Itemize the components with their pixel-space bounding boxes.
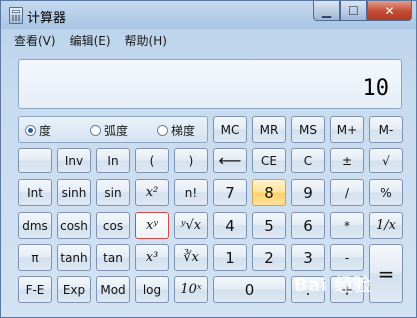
digit-2-button[interactable]: 2 <box>252 244 286 271</box>
int-button[interactable]: Int <box>18 179 52 206</box>
cube-button[interactable]: x³ <box>135 244 169 271</box>
cosh-button[interactable]: cosh <box>57 212 91 239</box>
digit-8-button[interactable]: 8 <box>252 179 286 206</box>
radio-gradians[interactable]: 梯度 <box>157 122 195 139</box>
digit-6-button[interactable]: 6 <box>291 212 325 239</box>
mr-button[interactable]: MR <box>252 116 286 143</box>
ten-power-button[interactable]: 10ˣ <box>174 276 208 303</box>
close-icon: ✕ <box>384 3 395 18</box>
digit-9-button[interactable]: 9 <box>291 179 325 206</box>
mc-button[interactable]: MC <box>213 116 247 143</box>
reciprocal-button[interactable]: 1/x <box>369 212 403 239</box>
negate-button[interactable]: ± <box>330 148 364 173</box>
fe-button[interactable]: F-E <box>18 276 52 303</box>
digit-4-button[interactable]: 4 <box>213 212 247 239</box>
power-button[interactable]: xʸ <box>135 212 169 239</box>
sqrt-button[interactable]: √ <box>369 148 403 173</box>
digit-3-button[interactable]: 3 <box>291 244 325 271</box>
pi-button[interactable]: π <box>18 244 52 271</box>
add-button[interactable]: + <box>330 276 364 303</box>
dms-button[interactable]: dms <box>18 212 52 239</box>
radio-gradians-label: 梯度 <box>171 124 196 138</box>
cos-button[interactable]: cos <box>96 212 130 239</box>
divide-button[interactable]: / <box>330 179 364 206</box>
digit-7-button[interactable]: 7 <box>213 179 247 206</box>
angle-unit-group: 度 弧度 梯度 <box>18 116 208 143</box>
radio-dot-icon <box>25 125 36 136</box>
maximize-icon: ☐ <box>348 3 359 18</box>
result-display: 10 <box>18 59 402 109</box>
menu-view[interactable]: 查看(V) <box>7 32 63 50</box>
blank-button[interactable] <box>18 148 52 173</box>
inv-button[interactable]: Inv <box>57 148 91 173</box>
right-paren-button[interactable]: ) <box>174 148 208 173</box>
ms-button[interactable]: MS <box>291 116 325 143</box>
calculator-window: 计算器 ▁ ☐ ✕ 查看(V) 编辑(E) 帮助(H) 10 度 弧度 梯度 M… <box>0 0 417 318</box>
percent-button[interactable]: % <box>369 179 403 206</box>
digit-0-button[interactable]: 0 <box>213 276 286 303</box>
multiply-button[interactable]: * <box>330 212 364 239</box>
close-button[interactable]: ✕ <box>367 1 412 21</box>
ln-button[interactable]: In <box>96 148 130 173</box>
backspace-button[interactable]: ⟵ <box>213 148 247 173</box>
minimize-icon: ▁ <box>321 3 332 18</box>
digit-5-button[interactable]: 5 <box>252 212 286 239</box>
title-bar: 计算器 ▁ ☐ ✕ <box>1 1 416 29</box>
radio-degrees[interactable]: 度 <box>25 122 51 139</box>
radio-radians-label: 弧度 <box>104 124 129 138</box>
menu-help[interactable]: 帮助(H) <box>118 32 174 50</box>
tan-button[interactable]: tan <box>96 244 130 271</box>
subtract-button[interactable]: - <box>330 244 364 271</box>
left-paren-button[interactable]: ( <box>135 148 169 173</box>
decimal-button[interactable]: . <box>291 276 325 303</box>
factorial-button[interactable]: n! <box>174 179 208 206</box>
sin-button[interactable]: sin <box>96 179 130 206</box>
square-button[interactable]: x² <box>135 179 169 206</box>
sinh-button[interactable]: sinh <box>57 179 91 206</box>
window-title: 计算器 <box>27 11 67 26</box>
ce-button[interactable]: CE <box>252 148 286 173</box>
calculator-icon <box>9 7 23 24</box>
radio-dot-icon <box>90 125 101 136</box>
m-plus-button[interactable]: M+ <box>330 116 364 143</box>
tanh-button[interactable]: tanh <box>57 244 91 271</box>
maximize-button[interactable]: ☐ <box>340 1 367 21</box>
log-button[interactable]: log <box>135 276 169 303</box>
cube-root-button[interactable]: ∛x <box>174 244 208 271</box>
minimize-button[interactable]: ▁ <box>313 1 340 21</box>
radio-dot-icon <box>157 125 168 136</box>
m-minus-button[interactable]: M- <box>369 116 403 143</box>
mod-button[interactable]: Mod <box>96 276 130 303</box>
equals-button[interactable]: = <box>369 244 403 303</box>
clear-button[interactable]: C <box>291 148 325 173</box>
yroot-button[interactable]: ʸ√x <box>174 212 208 239</box>
display-value: 10 <box>362 76 390 101</box>
radio-radians[interactable]: 弧度 <box>90 122 128 139</box>
menu-bar: 查看(V) 编辑(E) 帮助(H) <box>7 32 174 50</box>
exp-button[interactable]: Exp <box>57 276 91 303</box>
digit-1-button[interactable]: 1 <box>213 244 247 271</box>
menu-edit[interactable]: 编辑(E) <box>63 32 118 50</box>
radio-degrees-label: 度 <box>39 124 52 138</box>
